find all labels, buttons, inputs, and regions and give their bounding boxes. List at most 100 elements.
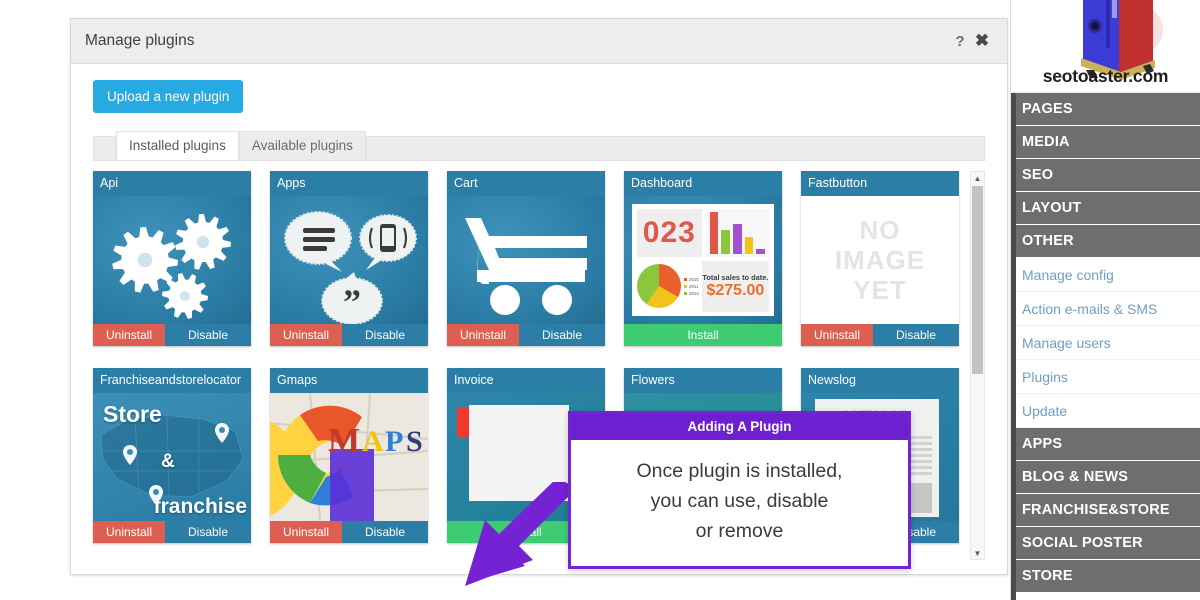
sidebar-item-apps[interactable]: APPS xyxy=(1011,428,1200,461)
scroll-down-arrow-icon[interactable]: ▼ xyxy=(971,547,984,559)
svg-text:S: S xyxy=(406,425,423,458)
plugin-tile-art: 023 2010 2011 2012 Total sales to date. $275.… xyxy=(624,196,782,324)
uninstall-button[interactable]: Uninstall xyxy=(447,324,519,346)
plugin-tile[interactable]: Dashboard 023 2010 2011 2012 Total sales to d… xyxy=(624,171,782,346)
plugin-tabs: Installed plugins Available plugins xyxy=(93,131,985,161)
pie-legend-item: 2012 xyxy=(684,291,699,296)
sidebar-item-media[interactable]: MEDIA xyxy=(1011,126,1200,159)
close-icon[interactable]: ✖ xyxy=(971,30,993,52)
sidebar-item-label: SEO xyxy=(1022,167,1054,183)
uninstall-button[interactable]: Uninstall xyxy=(93,521,165,543)
sidebar-item-label: Action e-mails & SMS xyxy=(1022,300,1158,317)
api-art xyxy=(93,196,251,324)
sidebar-item-label: Update xyxy=(1022,402,1068,419)
callout-body: Once plugin is installed, you can use, d… xyxy=(571,440,908,566)
sidebar-item-blog-news[interactable]: BLOG & NEWS xyxy=(1011,461,1200,494)
plugin-tile-title: Newslog xyxy=(801,368,959,393)
sidebar-item-update[interactable]: Update xyxy=(1011,394,1200,428)
disable-button[interactable]: Disable xyxy=(165,521,251,543)
plugin-tile[interactable]: Franchiseandstorelocator Store & franchise U… xyxy=(93,368,251,543)
page-title: Manage plugins xyxy=(85,32,195,49)
sidebar-item-plugins[interactable]: Plugins xyxy=(1011,360,1200,394)
plugin-tile[interactable]: Apps ” Uninstall Disable xyxy=(270,171,428,346)
callout-arrow-icon xyxy=(465,482,577,586)
no-image-placeholder: NO IMAGE YET xyxy=(801,196,959,324)
brand-logo[interactable]: seotoaster.com xyxy=(1011,0,1200,93)
tab-strip-tail xyxy=(365,136,985,160)
sidebar-item-franchise-store[interactable]: FRANCHISE&STORE xyxy=(1011,494,1200,527)
sidebar-item-label: OTHER xyxy=(1022,233,1074,249)
dashboard-pie-legend: 2010 2011 2012 xyxy=(684,261,699,312)
sidebar-item-label: SOCIAL POSTER xyxy=(1022,535,1143,551)
svg-text:M: M xyxy=(328,422,360,459)
disable-button[interactable]: Disable xyxy=(519,324,605,346)
sidebar-item-layout[interactable]: LAYOUT xyxy=(1011,192,1200,225)
gmaps-art: MAPS xyxy=(270,393,428,521)
upload-new-plugin-button[interactable]: Upload a new plugin xyxy=(93,80,244,113)
sidebar-item-label: APPS xyxy=(1022,436,1063,452)
dashboard-pie-chart xyxy=(637,264,681,309)
svg-text:A: A xyxy=(362,425,384,458)
plugin-tile[interactable]: Fastbutton NO IMAGE YET Uninstall Disable xyxy=(801,171,959,346)
disable-button[interactable]: Disable xyxy=(165,324,251,346)
sidebar-item-action-e-mails-sms[interactable]: Action e-mails & SMS xyxy=(1011,292,1200,326)
plugin-tile-title: Gmaps xyxy=(270,368,428,393)
sidebar-item-seo[interactable]: SEO xyxy=(1011,159,1200,192)
brand-name: seotoaster.com xyxy=(1042,66,1169,86)
sidebar-nav: PAGES MEDIA SEO LAYOUT OTHER Manage config Act… xyxy=(1011,93,1200,593)
disable-button[interactable]: Disable xyxy=(342,324,428,346)
sidebar-item-pages[interactable]: PAGES xyxy=(1011,93,1200,126)
plugin-tile-actions: UninstallDisable xyxy=(93,324,251,346)
plugin-tile-actions: UninstallDisable xyxy=(447,324,605,346)
sidebar-item-manage-users[interactable]: Manage users xyxy=(1011,326,1200,360)
dashboard-card: 023 2010 2011 2012 Total sales to date. $275.… xyxy=(632,204,774,316)
dialog-header: Manage plugins ? ✖ xyxy=(71,19,1007,64)
callout-line: or remove xyxy=(695,520,784,542)
install-button[interactable]: Install xyxy=(624,324,782,346)
help-icon[interactable]: ? xyxy=(949,30,971,52)
tab-strip-lead xyxy=(93,136,116,160)
plugin-tile-art: ” xyxy=(270,196,428,324)
uninstall-button[interactable]: Uninstall xyxy=(270,324,342,346)
sidebar-item-social-poster[interactable]: SOCIAL POSTER xyxy=(1011,527,1200,560)
sidebar-item-label: Plugins xyxy=(1022,368,1068,385)
plugin-grid-scrollbar[interactable]: ▲ ▼ xyxy=(970,171,985,560)
chart-bar xyxy=(732,223,742,254)
svg-text:”: ” xyxy=(343,282,361,322)
pie-legend-item: 2010 xyxy=(684,277,699,282)
plugin-tile-art xyxy=(447,196,605,324)
sidebar-item-manage-config[interactable]: Manage config xyxy=(1011,258,1200,292)
sales-label: Total sales to date. xyxy=(702,272,769,282)
sidebar-item-label: FRANCHISE&STORE xyxy=(1022,502,1170,518)
plugin-tile[interactable]: Gmaps M A P S Uninstall Disable xyxy=(270,368,428,543)
dashboard-bar-chart xyxy=(705,209,769,257)
plugin-tile-actions: UninstallDisable xyxy=(270,324,428,346)
map-pin-icon xyxy=(215,423,229,443)
plugin-tile[interactable]: Api Uninstall Disable xyxy=(93,171,251,346)
tab-installed-plugins[interactable]: Installed plugins xyxy=(116,131,239,160)
plugin-tile-title: Apps xyxy=(270,171,428,196)
plugin-tile-title: Fastbutton xyxy=(801,171,959,196)
scroll-up-arrow-icon[interactable]: ▲ xyxy=(971,172,984,184)
disable-button[interactable]: Disable xyxy=(342,521,428,543)
manage-plugins-dialog: Manage plugins ? ✖ Upload a new plugin I… xyxy=(70,18,1008,586)
cart-art xyxy=(447,196,605,324)
plugin-tile-art xyxy=(93,196,251,324)
dashboard-counter: 023 xyxy=(637,209,702,257)
uninstall-button[interactable]: Uninstall xyxy=(270,521,342,543)
sidebar-item-store[interactable]: STORE xyxy=(1011,560,1200,593)
disable-button[interactable]: Disable xyxy=(873,324,959,346)
scrollbar-thumb[interactable] xyxy=(972,186,983,374)
plugin-tile[interactable]: Cart Uninstall Disable xyxy=(447,171,605,346)
uninstall-button[interactable]: Uninstall xyxy=(801,324,873,346)
apps-art: ” xyxy=(270,196,428,324)
sidebar-item-label: Manage users xyxy=(1022,334,1111,351)
pie-legend-item: 2011 xyxy=(684,284,699,289)
franchise-map-art: Store & franchise xyxy=(93,393,251,521)
plugin-tile-actions: UninstallDisable xyxy=(270,521,428,543)
tab-available-plugins[interactable]: Available plugins xyxy=(238,131,366,160)
plugin-tile-actions: UninstallDisable xyxy=(801,324,959,346)
uninstall-button[interactable]: Uninstall xyxy=(93,324,165,346)
dashboard-sales: Total sales to date. $275.00 xyxy=(701,260,769,312)
sidebar-item-other[interactable]: OTHER xyxy=(1011,225,1200,258)
